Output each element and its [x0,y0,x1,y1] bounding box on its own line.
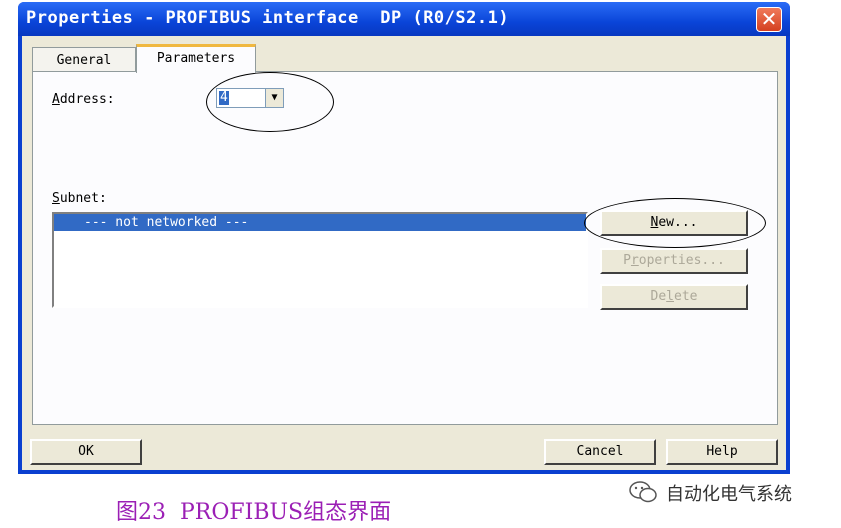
properties-button[interactable]: Properties... [600,248,748,274]
address-label: Address: [52,92,115,107]
address-label-accel: A [52,92,60,107]
title-bar[interactable]: Properties - PROFIBUS interface DP (R0/S… [18,2,790,36]
close-icon: ✕ [760,7,778,31]
subnet-label: Subnet: [52,191,107,206]
tab-general-label: General [56,53,112,68]
subnet-label-accel: S [52,191,60,206]
new-button-rest: ew... [658,215,698,230]
tab-parameters[interactable]: Parameters [136,44,256,73]
new-button[interactable]: New... [600,210,748,236]
address-label-rest: ddress: [59,92,115,107]
wechat-icon [629,481,657,503]
ok-button[interactable]: OK [30,439,142,465]
address-value: 4 [219,90,229,105]
watermark-text: 自动化电气系统 [666,484,792,505]
delete-button-rest: ete [674,289,698,304]
delete-button[interactable]: Delete [600,284,748,310]
delete-button-pre: De [650,289,667,304]
delete-button-accel: l [666,289,674,304]
address-dropdown[interactable]: 4 ▼ [216,88,284,108]
tab-general[interactable]: General [32,47,136,71]
subnet-label-rest: ubnet: [59,191,107,206]
properties-button-rest: operties... [638,253,725,268]
window-title: Properties - PROFIBUS interface DP (R0/S… [26,8,510,28]
list-item[interactable]: --- not networked --- [54,214,586,231]
help-button[interactable]: Help [666,439,778,465]
subnet-list[interactable]: --- not networked --- [52,212,588,308]
close-button[interactable]: ✕ [756,7,782,32]
figure-caption: 图23 PROFIBUS组态界面 [116,500,392,525]
cancel-button[interactable]: Cancel [544,439,656,465]
properties-button-accel: r [630,253,639,268]
dropdown-arrow-icon[interactable]: ▼ [265,89,283,107]
properties-button-pre: P [623,253,631,268]
tab-parameters-label: Parameters [156,51,236,66]
